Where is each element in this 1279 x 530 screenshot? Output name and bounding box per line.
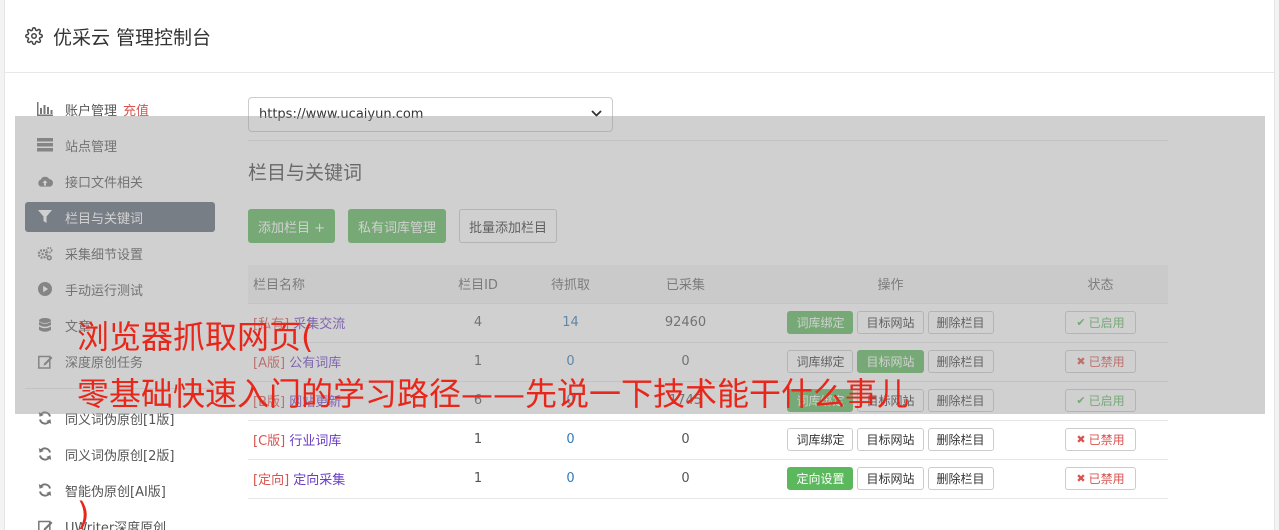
cell-column-name[interactable]: [C版] 行业词库 xyxy=(248,419,438,459)
status-label: 已禁用 xyxy=(1088,433,1125,447)
column-type: [C版] xyxy=(253,434,286,449)
table-row: [C版] 行业词库 1 0 0 词库绑定 目标网站 删除栏目 ✖ 已禁用 xyxy=(248,419,1168,459)
ad-overlay xyxy=(15,116,1265,414)
column-type: [定向] xyxy=(253,473,290,488)
column-name-link[interactable]: 定向采集 xyxy=(293,473,345,488)
header: 优采云 管理控制台 xyxy=(5,0,1274,73)
x-icon: ✖ xyxy=(1076,433,1086,446)
status-toggle[interactable]: ✖ 已禁用 xyxy=(1065,467,1136,490)
status-label: 已禁用 xyxy=(1088,472,1125,486)
cell-column-name[interactable]: [定向] 定向采集 xyxy=(248,458,438,499)
cell-collected: 0 xyxy=(623,458,748,499)
status-toggle[interactable]: ✖ 已禁用 xyxy=(1065,428,1136,451)
edit-icon xyxy=(37,518,53,530)
sidebar-item-synonym-v2[interactable]: 同义词伪原创[2版] xyxy=(25,439,215,469)
pending-count[interactable]: 0 xyxy=(566,432,574,447)
refresh-icon xyxy=(37,446,53,462)
op-button[interactable]: 目标网站 xyxy=(857,467,924,490)
cell-pending: 0 xyxy=(518,458,623,499)
cell-column-id: 1 xyxy=(438,458,518,499)
overlay-text-line1: 浏览器抓取网页( xyxy=(77,318,314,356)
column-name-link[interactable]: 行业词库 xyxy=(289,434,341,449)
sidebar-item-label: 同义词伪原创[2版] xyxy=(65,448,175,464)
cell-collected: 0 xyxy=(623,419,748,459)
cell-pending: 0 xyxy=(518,419,623,459)
pending-count[interactable]: 0 xyxy=(566,471,574,486)
gear-icon xyxy=(25,27,43,45)
x-icon: ✖ xyxy=(1076,472,1086,485)
op-button[interactable]: 定向设置 xyxy=(787,467,854,490)
cell-column-id: 1 xyxy=(438,419,518,459)
overlay-text-line2: 零基础快速入门的学习路径——先说一下技术能干什么事儿 xyxy=(77,375,910,413)
sidebar-item-uwriter[interactable]: UWriter深度原创 xyxy=(25,511,215,530)
table-row: [定向] 定向采集 1 0 0 定向设置 目标网站 删除栏目 ✖ 已禁用 xyxy=(248,458,1168,499)
cell-status: ✖ 已禁用 xyxy=(1033,458,1168,499)
refresh-icon xyxy=(37,482,53,498)
op-button[interactable]: 删除栏目 xyxy=(927,467,994,490)
op-button[interactable]: 目标网站 xyxy=(857,428,924,451)
cell-ops: 词库绑定 目标网站 删除栏目 xyxy=(748,419,1033,459)
op-button[interactable]: 词库绑定 xyxy=(787,428,854,451)
cell-ops: 定向设置 目标网站 删除栏目 xyxy=(748,458,1033,499)
bar-chart-icon xyxy=(37,101,53,117)
overlay-text-line3: ) xyxy=(77,495,90,530)
cell-status: ✖ 已禁用 xyxy=(1033,419,1168,459)
op-button[interactable]: 删除栏目 xyxy=(927,428,994,451)
page-title: 优采云 管理控制台 xyxy=(53,26,212,49)
sidebar-item-ai-original[interactable]: 智能伪原创[AI版] xyxy=(25,475,215,505)
